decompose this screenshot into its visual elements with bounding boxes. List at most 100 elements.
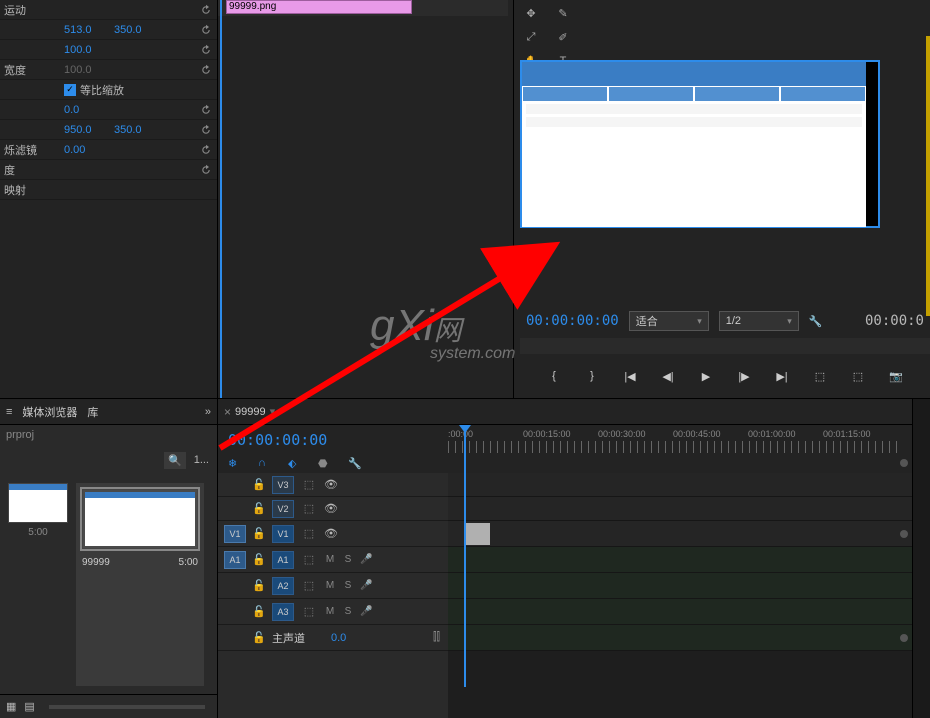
snap-icon[interactable]: ❄ [228,457,244,473]
mute-button[interactable]: M [324,554,336,565]
sync-lock-icon[interactable]: ⬚ [300,527,318,541]
scale-value[interactable]: 100.0 [64,44,114,56]
lock-icon[interactable]: 🔓 [252,579,266,593]
sync-lock-icon[interactable]: ⬚ [300,579,318,593]
reset-icon[interactable] [199,123,213,137]
lock-icon[interactable]: 🔓 [252,553,266,567]
reset-icon[interactable] [199,23,213,37]
step-forward-icon[interactable]: |▶ [734,366,754,386]
track-target-v3[interactable]: V3 [272,476,294,494]
uniform-scale-checkbox[interactable]: ✓ [64,84,76,96]
anchor-x-value[interactable]: 950.0 [64,124,114,136]
track-target-a2[interactable]: A2 [272,577,294,595]
reset-icon[interactable] [199,103,213,117]
crop-tool-icon[interactable]: ✥ [516,2,546,24]
scroll-indicator[interactable] [900,530,908,538]
reset-icon[interactable] [199,143,213,157]
wrench-icon[interactable]: 🔧 [809,315,823,328]
library-tab[interactable]: 库 [87,404,98,420]
overflow-icon[interactable]: » [205,406,211,418]
zoom-dropdown[interactable]: 1/2 [719,311,799,331]
export-frame-icon[interactable]: 📷 [886,366,906,386]
marker-tool-icon[interactable]: ✎ [548,2,578,24]
eye-icon[interactable]: 👁 [324,527,342,540]
timeline-timecode[interactable]: 00:00:00:00 [228,431,438,449]
solo-button[interactable]: S [342,606,354,617]
fit-dropdown[interactable]: 适合 [629,311,709,331]
master-track-header[interactable]: 🔓 主声道 0.0 ⫿⫿ [218,625,448,651]
solo-button[interactable]: S [342,580,354,591]
media-browser-tab[interactable]: 媒体浏览器 [22,404,77,420]
track-target-a3[interactable]: A3 [272,603,294,621]
mute-button[interactable]: M [324,580,336,591]
clip-bar[interactable]: 99999.png [226,0,412,14]
sync-lock-icon[interactable]: ⬚ [300,605,318,619]
search-icon[interactable]: 🔍 [164,452,186,469]
sync-lock-icon[interactable]: ⬚ [300,553,318,567]
extract-icon[interactable]: ⬚ [848,366,868,386]
fit-tool-icon[interactable]: ⤢ [516,26,546,48]
rotation-value[interactable]: 0.0 [64,104,114,116]
source-patch-a1[interactable]: A1 [224,551,246,569]
reset-icon[interactable] [199,163,213,177]
voiceover-icon[interactable]: 🎤 [360,580,372,591]
reset-icon[interactable] [199,43,213,57]
track-header-a1[interactable]: A1 🔓 A1 ⬚ M S 🎤 [218,547,448,573]
icon-view-icon[interactable]: ▤ [24,700,34,713]
expand-icon[interactable]: ⫿⫿ [433,631,440,644]
track-header-v1[interactable]: V1 🔓 V1 ⬚ 👁 [218,521,448,547]
scroll-indicator[interactable] [900,634,908,642]
close-tab-icon[interactable]: × [224,405,231,419]
source-patch-v1[interactable]: V1 [224,525,246,543]
playhead-indicator[interactable] [220,0,222,398]
anchor-y-value[interactable]: 350.0 [114,124,164,136]
program-viewport[interactable] [520,60,880,228]
remap-header[interactable]: 映射 [0,180,217,200]
lock-icon[interactable]: 🔓 [252,605,266,619]
pos-y-value[interactable]: 350.0 [114,24,164,36]
mark-in-icon[interactable]: { [544,366,564,386]
go-to-in-icon[interactable]: |◀ [620,366,640,386]
tag-icon[interactable]: ⬣ [318,457,334,473]
lock-icon[interactable]: 🔓 [252,527,266,541]
program-timecode[interactable]: 00:00:00:00 [526,313,619,329]
marker-icon[interactable]: ⬖ [288,457,304,473]
list-view-icon[interactable]: ▦ [6,700,16,713]
sync-lock-icon[interactable]: ⬚ [300,478,318,492]
wrench-icon[interactable]: 🔧 [348,457,364,473]
flicker-value[interactable]: 0.00 [64,144,114,156]
track-header-a2[interactable]: 🔓 A2 ⬚ M S 🎤 [218,573,448,599]
timeline-clip[interactable] [464,523,490,545]
pen-tool-icon[interactable]: ✐ [548,26,578,48]
timeline-ruler[interactable]: :00:00 00:00:15:00 00:00:30:00 00:00:45:… [448,429,898,441]
solo-button[interactable]: S [342,554,354,565]
zoom-slider[interactable] [49,705,205,709]
track-header-v3[interactable]: 🔓 V3 ⬚ 👁 [218,473,448,497]
opacity-header[interactable]: 度 [0,160,217,180]
reset-icon[interactable] [199,3,213,17]
voiceover-icon[interactable]: 🎤 [360,554,372,565]
program-scrubber[interactable] [520,338,930,354]
sequence-tab[interactable]: × 99999 ▾ [224,405,275,419]
lock-icon[interactable]: 🔓 [252,478,266,492]
sync-lock-icon[interactable]: ⬚ [300,502,318,516]
panel-menu-icon[interactable]: ≡ [6,406,12,418]
track-target-a1[interactable]: A1 [272,551,294,569]
eye-icon[interactable]: 👁 [324,502,342,515]
track-target-v1[interactable]: V1 [272,525,294,543]
play-icon[interactable]: ▶ [696,366,716,386]
voiceover-icon[interactable]: 🎤 [360,606,372,617]
lock-icon[interactable]: 🔓 [252,502,266,516]
reset-icon[interactable] [199,63,213,77]
lock-icon[interactable]: 🔓 [252,631,266,645]
media-thumbnail-selected[interactable]: 99999 5:00 [76,483,204,686]
track-header-v2[interactable]: 🔓 V2 ⬚ 👁 [218,497,448,521]
scroll-indicator[interactable] [900,459,908,467]
master-volume-value[interactable]: 0.0 [331,632,346,644]
timeline-playhead[interactable] [464,427,466,687]
go-to-out-icon[interactable]: ▶| [772,366,792,386]
track-target-v2[interactable]: V2 [272,500,294,518]
link-icon[interactable]: ∩ [258,457,274,473]
eye-icon[interactable]: 👁 [324,478,342,491]
step-back-icon[interactable]: ◀| [658,366,678,386]
